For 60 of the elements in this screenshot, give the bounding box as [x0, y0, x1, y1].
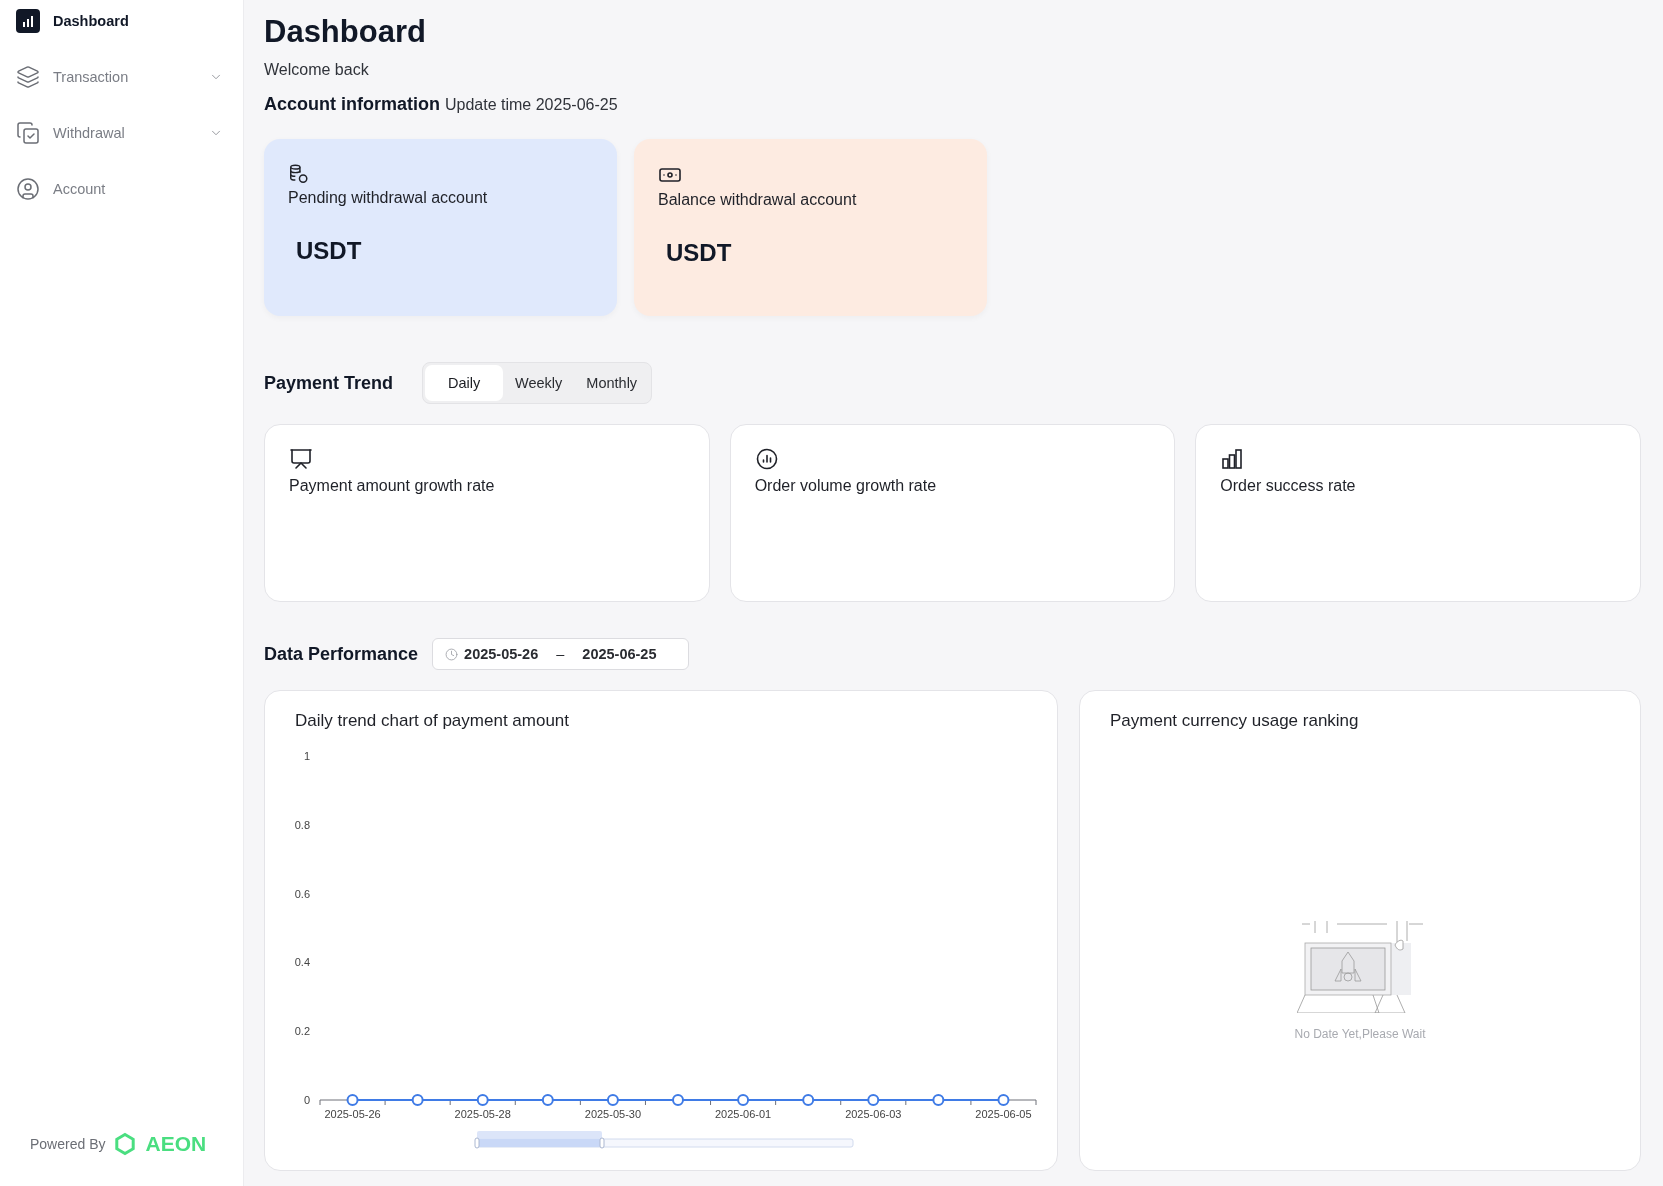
metric-label: Order volume growth rate: [754, 477, 938, 495]
x-axis-label: 2025-05-30: [584, 1108, 642, 1120]
account-value: USDT: [666, 239, 733, 267]
bar-chart-icon: [16, 9, 40, 33]
range-slider[interactable]: [474, 1131, 854, 1149]
y-axis-label: 0.8: [294, 818, 310, 831]
y-axis-label: 0.4: [294, 956, 310, 969]
chart-title: Daily trend chart of payment amount: [294, 710, 571, 731]
section-title: Data Performance: [264, 643, 419, 665]
data-point: [541, 1094, 554, 1106]
data-point: [672, 1094, 684, 1106]
logo-icon: [113, 1132, 138, 1156]
user-icon: [16, 177, 40, 201]
data-point: [997, 1094, 1010, 1106]
y-axis-label: 0.2: [294, 1025, 310, 1038]
sidebar-item[interactable]: Transaction: [16, 56, 227, 98]
data-point: [932, 1094, 945, 1106]
period-tab[interactable]: Weekly: [503, 365, 575, 401]
data-point: [411, 1094, 424, 1106]
x-axis-label: 2025-05-26: [324, 1108, 381, 1120]
account-value: USDT: [296, 237, 363, 265]
y-axis-label: 0.6: [294, 887, 310, 900]
account-label: Balance withdrawal account: [658, 191, 858, 209]
data-point: [737, 1094, 750, 1106]
welcome-text: Welcome back: [264, 60, 370, 80]
copy-check-icon: [16, 121, 40, 145]
x-axis-label: 2025-06-01: [714, 1108, 772, 1120]
x-axis-label: 2025-06-03: [845, 1108, 902, 1120]
data-point: [802, 1094, 815, 1106]
y-axis-label: 1: [303, 750, 310, 762]
metric-label: Order success rate: [1220, 477, 1357, 495]
page-title: Dashboard: [264, 14, 427, 50]
date-range-picker[interactable]: 2025-05-26 – 2025-06-25: [432, 638, 690, 670]
chart-title: Payment currency usage ranking: [1109, 710, 1360, 731]
sidebar-item[interactable]: Account: [16, 168, 227, 210]
metric-label: Payment amount growth rate: [289, 477, 496, 495]
x-axis-label: 2025-05-28: [454, 1108, 511, 1120]
account-label: Pending withdrawal account: [288, 189, 489, 207]
sidebar-item[interactable]: Withdrawal: [16, 112, 227, 154]
bar-chart-icon: [1220, 447, 1245, 471]
update-time: Update time 2025-06-25: [445, 95, 618, 114]
section-title: Account information: [264, 94, 440, 115]
powered-by-text: Powered By: [30, 1136, 106, 1152]
circle-chart-icon: [754, 447, 779, 471]
presentation-chart-icon: [289, 447, 313, 471]
data-point: [476, 1094, 489, 1106]
y-axis-label: 0: [303, 1094, 310, 1106]
x-axis-label: 2025-06-05: [975, 1108, 1032, 1120]
period-tab[interactable]: Daily: [425, 365, 504, 401]
empty-message: No Date Yet,Please Wait: [1294, 1026, 1426, 1041]
layers-icon: [16, 65, 40, 89]
brand-name: AEON: [145, 1132, 207, 1156]
data-point: [346, 1094, 359, 1106]
sidebar-item[interactable]: Dashboard: [16, 0, 227, 42]
data-point: [867, 1094, 880, 1106]
section-title: Payment Trend: [264, 372, 394, 394]
coins-icon: [288, 163, 310, 185]
data-point: [606, 1094, 619, 1106]
clock-icon: [445, 647, 459, 661]
period-tab[interactable]: Monthly: [574, 365, 650, 401]
